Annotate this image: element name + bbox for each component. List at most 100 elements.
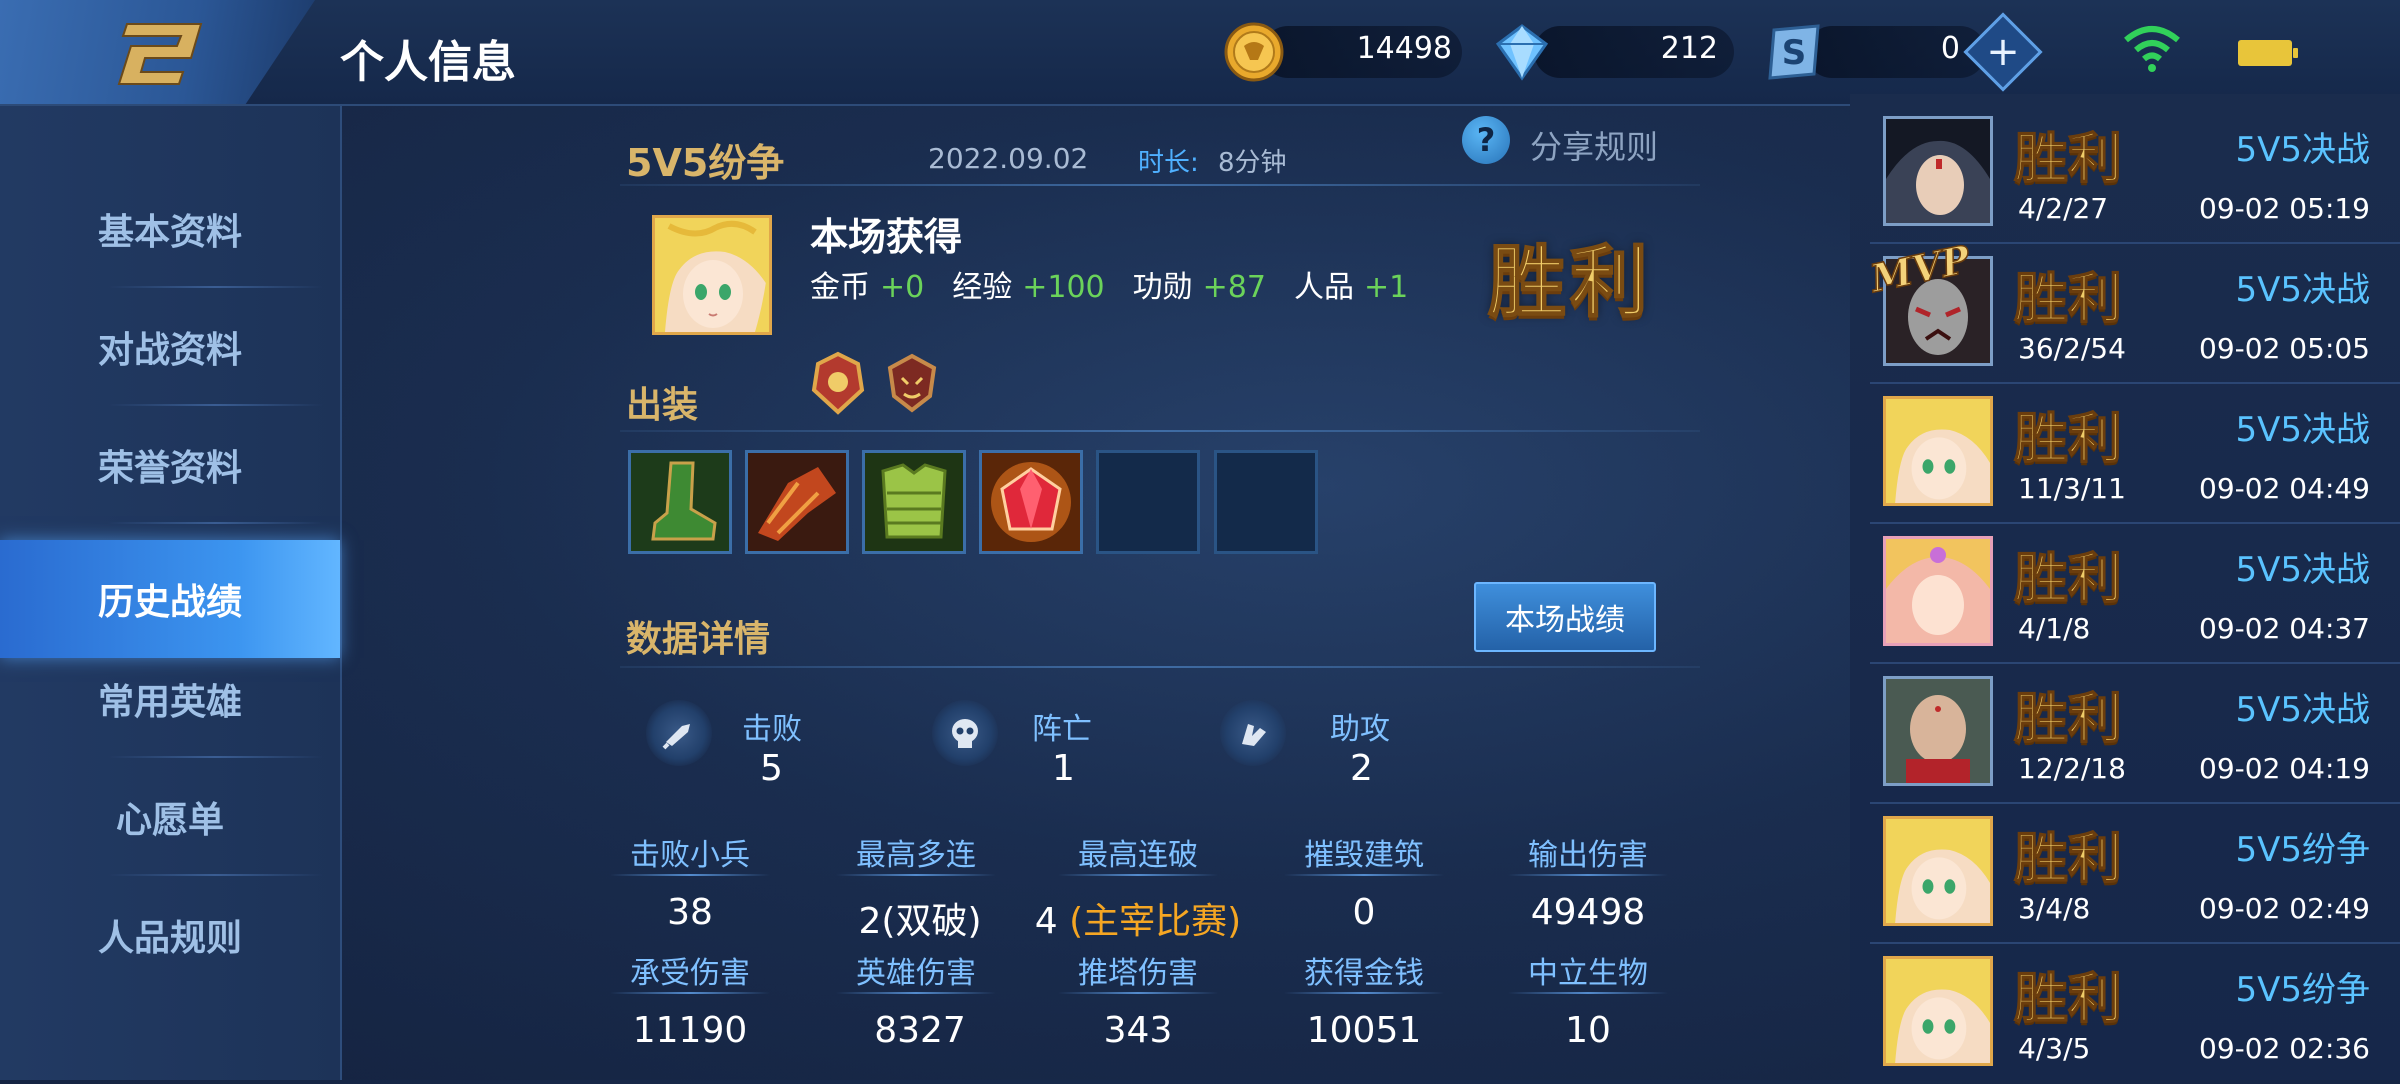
sidebar-item-credit-rules[interactable]: 人品规则 — [0, 876, 340, 994]
history-result: 胜利 — [2013, 825, 2123, 891]
sidebar-panel: 基本资料 对战资料 荣誉资料 历史战绩 常用英雄 心愿单 人品规则 — [0, 106, 340, 1080]
divider — [620, 666, 1700, 668]
streak-number: 4 — [1034, 901, 1058, 942]
equipment-title: 出装 — [626, 385, 699, 426]
stat-underline — [1284, 992, 1444, 994]
history-row[interactable]: 胜利 5V5决战 12/2/18 09-02 04:19 — [1850, 664, 2400, 804]
ruby-item-icon — [982, 453, 1080, 551]
history-result: 胜利 — [2013, 685, 2123, 751]
equipment-slot-gem[interactable] — [979, 450, 1083, 554]
gold-amount: 14498 — [1356, 31, 1452, 66]
stat-underline — [1058, 874, 1218, 876]
reward-value: +100 — [1022, 270, 1105, 305]
history-mode: 5V5决战 — [2235, 410, 2370, 450]
assist-icon-wrap — [1220, 700, 1286, 766]
duration-label: 时长: — [1138, 148, 1199, 178]
stat-value-neutral-creeps: 10 — [1565, 1010, 1611, 1051]
wifi-icon — [2124, 26, 2180, 72]
equipment-slot-empty[interactable] — [1214, 450, 1318, 554]
history-time: 09-02 05:19 — [2199, 192, 2370, 225]
history-hero-portrait — [1883, 536, 1993, 646]
history-time: 09-02 02:49 — [2199, 892, 2370, 925]
stat-underline — [1508, 874, 1668, 876]
history-row[interactable]: 胜利 5V5决战 4/2/27 09-02 05:19 — [1850, 104, 2400, 244]
equipment-slot-weapon[interactable] — [745, 450, 849, 554]
kill-icon-wrap — [646, 700, 712, 766]
stat-value-damage-taken: 11190 — [632, 1010, 748, 1051]
sidebar-item-common-heroes[interactable]: 常用英雄 — [0, 640, 340, 758]
history-hero-portrait — [1883, 816, 1993, 926]
blonde-hero-avatar-icon — [655, 218, 769, 332]
beast-mask-item-icon — [748, 453, 846, 551]
equipment-slot-empty[interactable] — [1096, 450, 1200, 554]
stat-label-damage-dealt: 输出伤害 — [1528, 838, 1648, 873]
reward-gold: 金币 +0 — [810, 262, 924, 306]
match-history-list: 胜利 5V5决战 4/2/27 09-02 05:19 MVP 胜利 5V5决战… — [1850, 94, 2400, 1080]
reward-credit: 人品 +1 — [1294, 262, 1408, 306]
skull-icon — [952, 719, 978, 748]
recharge-button[interactable]: + — [1963, 12, 2043, 92]
sidebar-item-basic-info[interactable]: 基本资料 — [0, 170, 340, 288]
data-details-title: 数据详情 — [626, 619, 771, 660]
share-rules-link[interactable]: 分享规则 — [1530, 122, 1658, 168]
back-arrow-icon[interactable] — [105, 18, 209, 86]
help-icon[interactable]: ? — [1462, 116, 1510, 164]
match-stats-button[interactable]: 本场战绩 — [1474, 582, 1656, 652]
reward-merit: 功勋 +87 — [1133, 262, 1266, 306]
history-hero-portrait — [1883, 396, 1993, 506]
history-row[interactable]: 胜利 5V5决战 11/3/11 09-02 04:49 — [1850, 384, 2400, 524]
pink-hero-avatar-icon — [1886, 539, 1990, 643]
history-row[interactable]: 胜利 5V5纷争 3/4/8 09-02 02:49 — [1850, 804, 2400, 944]
armor-item-icon — [865, 453, 963, 551]
sidebar-item-wishlist[interactable]: 心愿单 — [0, 758, 340, 876]
sidebar-item-label: 人品规则 — [97, 918, 242, 959]
equipment-slot-boots[interactable] — [628, 450, 732, 554]
assists-label: 助攻 — [1330, 712, 1390, 747]
boots-item-icon — [631, 453, 729, 551]
sidebar-item-honor-info[interactable]: 荣誉资料 — [0, 406, 340, 524]
sidebar-item-battle-info[interactable]: 对战资料 — [0, 288, 340, 406]
streak-title: (主宰比赛) — [1069, 901, 1242, 942]
stat-value-streak: 4 (主宰比赛) — [1008, 892, 1268, 944]
stat-label-gold-earned: 获得金钱 — [1304, 956, 1424, 991]
divider — [620, 430, 1700, 432]
history-time: 09-02 04:37 — [2199, 612, 2370, 645]
history-kda: 12/2/18 — [2018, 752, 2126, 785]
history-kda: 11/3/11 — [2018, 472, 2126, 505]
history-time: 09-02 02:36 — [2199, 1032, 2370, 1065]
reward-value: +1 — [1363, 270, 1409, 305]
stat-label-minions: 击败小兵 — [630, 838, 750, 873]
stat-value-buildings: 0 — [1352, 892, 1376, 933]
reward-label: 金币 — [810, 270, 870, 305]
reward-value: +0 — [880, 270, 925, 305]
history-mode: 5V5纷争 — [2235, 830, 2370, 870]
hero-portrait — [652, 215, 772, 335]
stat-value-damage-dealt: 49498 — [1530, 892, 1646, 933]
achievement-badge-icon — [811, 351, 865, 415]
history-mode: 5V5决战 — [2235, 690, 2370, 730]
history-row[interactable]: 胜利 5V5决战 4/1/8 09-02 04:37 — [1850, 524, 2400, 664]
history-row[interactable]: MVP 胜利 5V5决战 36/2/54 09-02 05:05 — [1850, 235, 2400, 384]
history-kda: 36/2/54 — [2018, 332, 2126, 365]
history-kda: 4/3/5 — [2018, 1032, 2091, 1065]
equipment-slot-armor[interactable] — [862, 450, 966, 554]
history-result: 胜利 — [2013, 965, 2123, 1031]
page-title: 个人信息 — [340, 37, 516, 88]
battery-icon — [2238, 40, 2298, 66]
stat-underline — [610, 874, 770, 876]
voucher-amount: 0 — [1940, 31, 1960, 66]
history-time: 09-02 05:05 — [2199, 332, 2370, 365]
match-date: 2022.09.02 — [928, 142, 1089, 175]
deaths-value: 1 — [1052, 748, 1075, 789]
kill-icon — [662, 724, 690, 750]
reward-label: 功勋 — [1132, 270, 1193, 305]
stat-underline — [610, 992, 770, 994]
stat-underline — [836, 992, 996, 994]
history-result: 胜利 — [2013, 545, 2123, 611]
history-row[interactable]: 胜利 5V5纷争 4/3/5 09-02 02:36 — [1850, 944, 2400, 1084]
dark-haired-hero-avatar-icon — [1886, 119, 1990, 223]
rewards-title: 本场获得 — [810, 215, 963, 259]
stat-value-minions: 38 — [667, 892, 713, 933]
history-time: 09-02 04:19 — [2199, 752, 2370, 785]
monk-hero-avatar-icon — [1886, 679, 1990, 783]
